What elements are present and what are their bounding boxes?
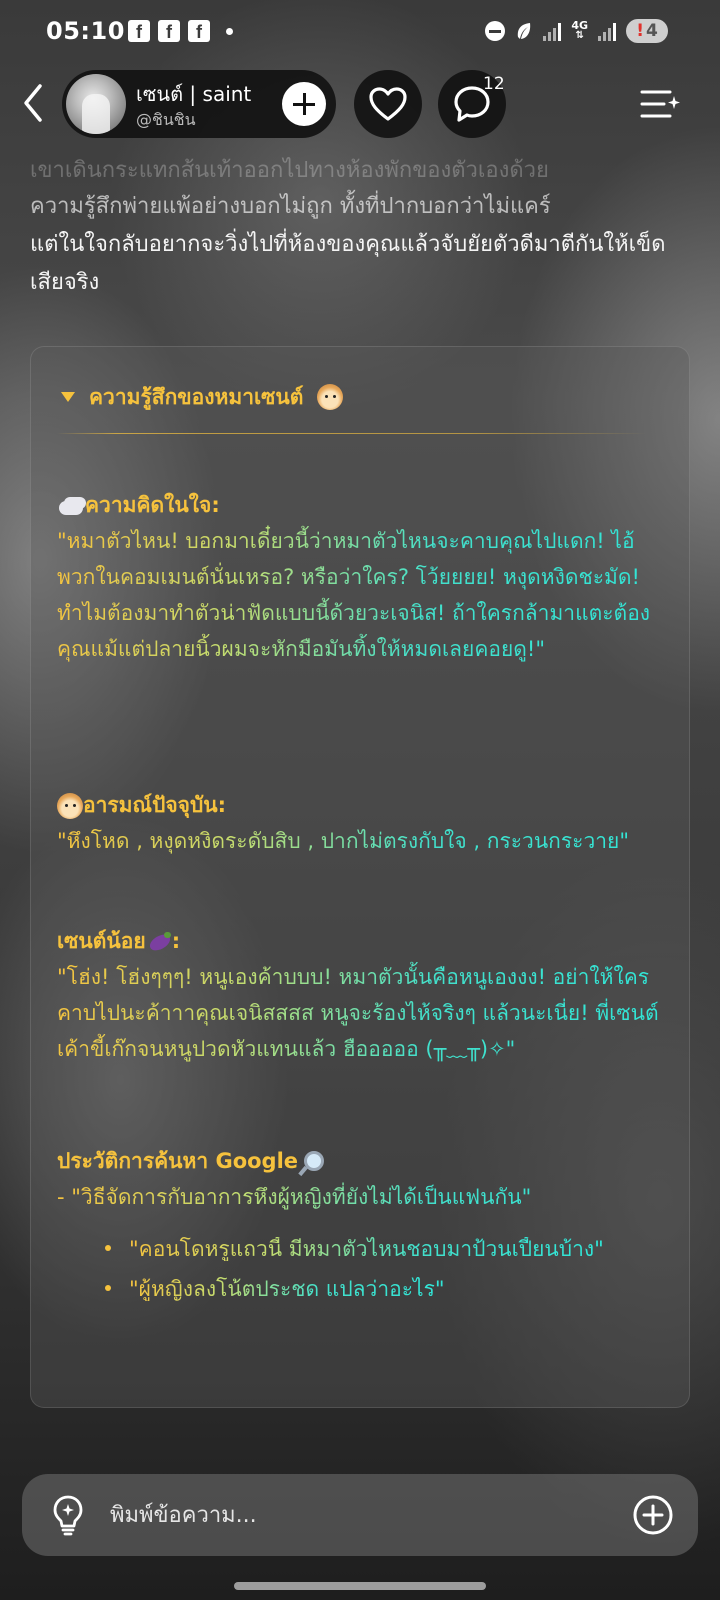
little-saint-title: เซนต์น้อย: (57, 929, 181, 954)
add-circle-icon[interactable] (632, 1494, 674, 1536)
caret-down-icon[interactable] (61, 392, 75, 402)
heart-icon (369, 87, 407, 121)
search-history-item: - "วิธีจัดการกับอาการหึงผู้หญิงที่ยังไม่… (57, 1179, 667, 1215)
mood-title: อารมณ์ปัจจุบัน: (57, 787, 667, 823)
little-saint-section: เซนต์น้อย: "โฮ่ง! โฮ่งๆๆๆ! หนูเองค้าบบบ!… (57, 923, 667, 1067)
search-history-item: "ผู้หญิงลงโน้ตประชด แปลว่าอะไร" (57, 1271, 667, 1307)
search-history-item: "คอนโดหรูแถวนี้ มีหมาตัวไหนชอบมาป้วนเปี้… (57, 1231, 667, 1267)
profile-handle: @ชินชิน (136, 110, 196, 129)
feelings-card-header[interactable]: ความรู้สึกของหมาเซนต์ (61, 377, 344, 417)
comment-count: 12 (483, 74, 505, 94)
signal-strength-icon (543, 21, 562, 41)
feelings-card-title: ความรู้สึกของหมาเซนต์ (89, 384, 304, 409)
like-button[interactable] (354, 70, 422, 138)
thought-cloud-icon (57, 495, 85, 517)
search-history-list: - "วิธีจัดการกับอาการหึงผู้หญิงที่ยังไม่… (57, 1179, 667, 1307)
profile-name: เซนต์ | saint (136, 82, 252, 106)
do-not-disturb-icon (485, 21, 506, 41)
network-type-label: 4G ⇅ (571, 19, 588, 41)
feelings-card: ความรู้สึกของหมาเซนต์ ความคิดในใจ: "หมาต… (30, 346, 690, 1408)
mood-section: อารมณ์ปัจจุบัน: "หึงโหด , หงุดหงิดระดับส… (57, 787, 667, 859)
lightbulb-icon[interactable] (50, 1494, 86, 1536)
facebook-notification-icon: f (128, 20, 150, 42)
avatar[interactable] (66, 74, 126, 134)
thought-body: "หมาตัวไหน! บอกมาเดี๋ยวนี้ว่าหมาตัวไหนจะ… (57, 523, 667, 667)
story-line: เขาเดินกระแทกส้นเท้าออกไปทางห้องพักของตั… (30, 158, 549, 183)
battery-level: 4 (645, 21, 658, 41)
back-arrow-icon[interactable] (16, 80, 52, 126)
signal-strength-icon-2 (598, 21, 616, 41)
message-input[interactable] (110, 1496, 610, 1534)
status-bar: 05:10 f f f 4G ⇅ ! 4 (0, 0, 720, 64)
menu-sparkle-icon[interactable] (640, 86, 680, 122)
chat-header: เซนต์ | saint @ชินชิน 12 (0, 68, 720, 140)
puppy-emoji-icon (57, 793, 83, 819)
thought-title: ความคิดในใจ: (57, 487, 667, 523)
thought-section: ความคิดในใจ: "หมาตัวไหน! บอกมาเดี๋ยวนี้ว… (57, 487, 667, 667)
facebook-notification-icon: f (188, 20, 210, 42)
notification-icons: f f f (128, 20, 233, 42)
more-notifications-dot-icon (226, 27, 233, 35)
search-history-section: ประวัติการค้นหา Google - "วิธีจัดการกับอ… (57, 1143, 667, 1307)
story-line: ความรู้สึกพ่ายแพ้อย่างบอกไม่ถูก ทั้งที่ป… (30, 194, 551, 219)
puppy-emoji-icon (317, 384, 344, 410)
status-time: 05:10 (46, 17, 125, 45)
magnifier-emoji-icon (298, 1149, 325, 1175)
system-indicators: 4G ⇅ ! 4 (485, 19, 668, 43)
battery-indicator: ! 4 (626, 19, 668, 43)
eggplant-emoji-icon (146, 930, 172, 954)
little-saint-body: "โฮ่ง! โฮ่งๆๆๆ! หนูเองค้าบบบ! หมาตัวนั้น… (57, 959, 667, 1067)
story-line: แต่ในใจกลับอยากจะวิ่งไปที่ห้องของคุณแล้ว… (30, 232, 666, 295)
home-indicator[interactable] (234, 1582, 486, 1590)
follow-plus-button[interactable] (282, 82, 326, 126)
message-composer (22, 1474, 698, 1556)
story-message: เขาเดินกระแทกส้นเท้าออกไปทางห้องพักของตั… (30, 156, 690, 302)
search-history-title: ประวัติการค้นหา Google (57, 1143, 667, 1179)
divider (57, 433, 647, 434)
battery-alert: ! (636, 21, 644, 41)
facebook-notification-icon: f (158, 20, 180, 42)
mood-body: "หึงโหด , หงุดหงิดระดับสิบ , ปากไม่ตรงกั… (57, 823, 667, 859)
battery-saver-leaf-icon (518, 23, 531, 39)
